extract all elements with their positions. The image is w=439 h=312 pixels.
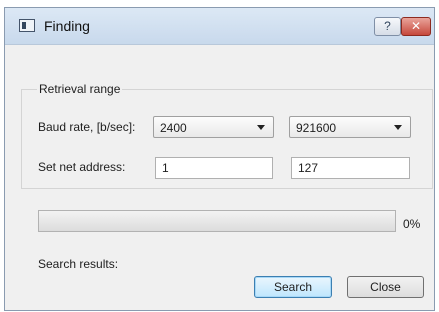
close-button[interactable]: Close [347,276,424,298]
search-button[interactable]: Search [254,276,332,298]
close-window-button[interactable]: ✕ [401,17,431,36]
progress-percent: 0% [403,217,421,231]
help-button[interactable]: ? [374,17,401,36]
baud-rate-from-value: 2400 [160,121,187,135]
baud-rate-from-select[interactable]: 2400 [153,116,274,138]
net-address-label: Set net address: [38,160,126,174]
chevron-down-icon [257,125,265,130]
net-address-from-input[interactable] [156,158,272,178]
search-progress-bar [38,210,396,232]
net-address-to-field[interactable] [291,157,410,179]
baud-rate-to-value: 921600 [296,121,337,135]
window-title: Finding [44,18,90,34]
baud-rate-label: Baud rate, [b/sec]: [38,120,136,134]
app-window-icon-bar [22,22,26,29]
net-address-from-field[interactable] [155,157,273,179]
app-window-icon [19,19,35,32]
retrieval-range-title: Retrieval range [37,82,123,96]
chevron-down-icon [394,125,402,130]
search-results-label: Search results: [38,257,119,271]
title-bar[interactable]: Finding ? ✕ [5,8,434,45]
net-address-to-input[interactable] [292,158,409,178]
baud-rate-to-select[interactable]: 921600 [289,116,411,138]
